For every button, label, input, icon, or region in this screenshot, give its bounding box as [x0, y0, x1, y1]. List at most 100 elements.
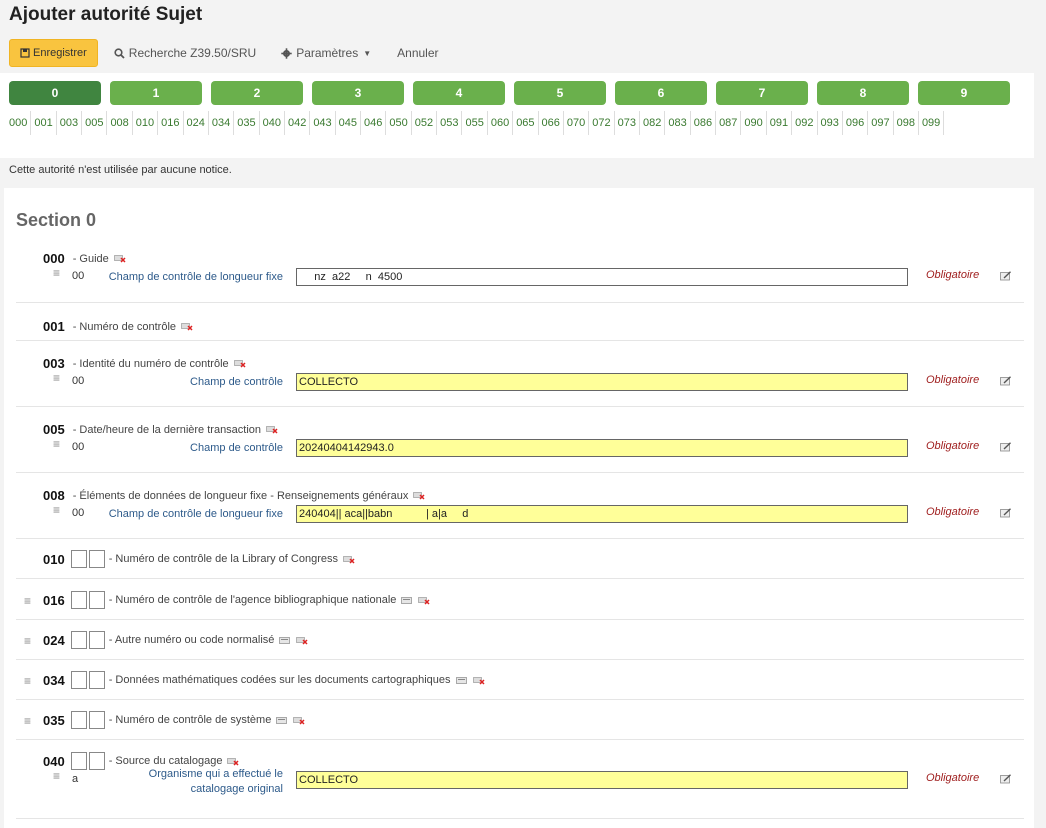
field-link-060[interactable]: 060 — [488, 111, 514, 135]
field-link-098[interactable]: 098 — [894, 111, 919, 135]
edit-subfield-icon[interactable] — [1000, 271, 1012, 284]
field-link-050[interactable]: 050 — [386, 111, 412, 135]
field-link-024[interactable]: 024 — [184, 111, 209, 135]
field-link-091[interactable]: 091 — [767, 111, 793, 135]
indicator-1-input[interactable] — [70, 671, 87, 689]
field-link-099[interactable]: 099 — [919, 111, 945, 135]
field-link-001[interactable]: 001 — [31, 111, 57, 135]
field-link-000[interactable]: 000 — [6, 111, 32, 135]
delete-tag-icon[interactable] — [181, 322, 193, 331]
delete-tag-icon[interactable] — [296, 636, 308, 645]
z3950-search-button[interactable]: Recherche Z39.50/SRU — [114, 46, 256, 60]
subfield-input[interactable]: nz a22 n 4500 — [296, 268, 908, 286]
indicator-2-input[interactable] — [88, 711, 105, 729]
indicator-2-input[interactable] — [88, 591, 105, 609]
field-link-016[interactable]: 016 — [158, 111, 184, 135]
subfield-drag-icon[interactable]: ≡ — [53, 266, 60, 280]
field-link-092[interactable]: 092 — [792, 111, 818, 135]
delete-tag-icon[interactable] — [293, 716, 305, 725]
tab-0[interactable]: 0 — [9, 81, 101, 105]
indicator-2-input[interactable] — [88, 631, 105, 649]
field-link-043[interactable]: 043 — [310, 111, 336, 135]
field-link-087[interactable]: 087 — [716, 111, 742, 135]
field-link-034[interactable]: 034 — [209, 111, 235, 135]
delete-tag-icon[interactable] — [413, 491, 425, 500]
delete-tag-icon[interactable] — [266, 425, 278, 434]
edit-subfield-icon[interactable] — [1000, 508, 1012, 521]
tab-6[interactable]: 6 — [615, 81, 707, 105]
repeat-tag-icon[interactable] — [276, 716, 288, 725]
indicator-1-input[interactable] — [70, 631, 87, 649]
field-link-005[interactable]: 005 — [82, 111, 108, 135]
tab-7[interactable]: 7 — [716, 81, 808, 105]
edit-subfield-icon[interactable] — [1000, 376, 1012, 389]
delete-tag-icon[interactable] — [343, 555, 355, 564]
indicator-1-input[interactable] — [70, 752, 87, 770]
field-link-082[interactable]: 082 — [640, 111, 666, 135]
field-link-040[interactable]: 040 — [260, 111, 285, 135]
field-link-093[interactable]: 093 — [818, 111, 843, 135]
subfield-drag-icon[interactable]: ≡ — [53, 503, 60, 517]
field-link-086[interactable]: 086 — [691, 111, 717, 135]
subfield-input[interactable]: COLLECTO — [296, 771, 908, 789]
save-button[interactable]: Enregistrer — [9, 39, 98, 67]
repeat-tag-icon[interactable] — [279, 636, 291, 645]
drag-handle-icon[interactable]: ≡ — [24, 714, 31, 728]
subfield-input[interactable]: 20240404142943.0 — [296, 439, 908, 457]
indicator-1-input[interactable] — [70, 591, 87, 609]
z3950-search-label: Recherche Z39.50/SRU — [128, 46, 257, 60]
settings-dropdown[interactable]: Paramètres ▼ — [281, 46, 371, 60]
field-link-003[interactable]: 003 — [57, 111, 83, 135]
subfield-drag-icon[interactable]: ≡ — [53, 769, 60, 783]
field-link-097[interactable]: 097 — [868, 111, 894, 135]
field-link-066[interactable]: 066 — [539, 111, 564, 135]
field-link-053[interactable]: 053 — [437, 111, 463, 135]
delete-tag-icon[interactable] — [113, 254, 126, 263]
indicator-2-input[interactable] — [88, 671, 105, 689]
field-link-073[interactable]: 073 — [615, 111, 640, 135]
field-link-065[interactable]: 065 — [513, 111, 539, 135]
field-link-046[interactable]: 046 — [361, 111, 387, 135]
indicator-1-input[interactable] — [70, 550, 87, 568]
field-link-010[interactable]: 010 — [133, 111, 159, 135]
tab-8[interactable]: 8 — [817, 81, 909, 105]
edit-subfield-icon[interactable] — [1000, 442, 1012, 455]
subfield-input[interactable]: COLLECTO — [296, 373, 908, 391]
cancel-button[interactable]: Annuler — [397, 46, 438, 60]
tab-1[interactable]: 1 — [110, 81, 202, 105]
field-link-090[interactable]: 090 — [741, 111, 767, 135]
indicator-2-input[interactable] — [88, 550, 105, 568]
edit-subfield-icon[interactable] — [1000, 774, 1012, 787]
delete-tag-icon[interactable] — [472, 676, 485, 685]
subfield-drag-icon[interactable]: ≡ — [53, 371, 60, 385]
field-link-096[interactable]: 096 — [843, 111, 869, 135]
field-link-045[interactable]: 045 — [336, 111, 362, 135]
drag-handle-icon[interactable]: ≡ — [24, 594, 31, 608]
indicator-2-input[interactable] — [88, 752, 105, 770]
tag-description: - Numéro de contrôle de la Library of Co… — [108, 553, 338, 565]
field-link-083[interactable]: 083 — [665, 111, 691, 135]
field-link-008[interactable]: 008 — [107, 111, 133, 135]
repeat-tag-icon[interactable] — [401, 596, 413, 605]
field-link-055[interactable]: 055 — [462, 111, 488, 135]
tab-4[interactable]: 4 — [413, 81, 505, 105]
indicator-1-input[interactable] — [70, 711, 87, 729]
field-link-070[interactable]: 070 — [564, 111, 590, 135]
tab-2[interactable]: 2 — [211, 81, 303, 105]
field-link-035[interactable]: 035 — [234, 111, 260, 135]
delete-tag-icon[interactable] — [233, 359, 246, 368]
drag-handle-icon[interactable]: ≡ — [24, 674, 31, 688]
delete-tag-icon[interactable] — [418, 596, 430, 605]
field-link-052[interactable]: 052 — [412, 111, 438, 135]
subfield-drag-icon[interactable]: ≡ — [53, 437, 60, 451]
tag-description: - Autre numéro ou code normalisé — [108, 634, 275, 646]
tab-9[interactable]: 9 — [918, 81, 1010, 105]
delete-tag-icon[interactable] — [227, 757, 239, 766]
field-link-042[interactable]: 042 — [285, 111, 311, 135]
subfield-input[interactable]: 240404|| aca||babn | a|a d — [296, 505, 908, 523]
drag-handle-icon[interactable]: ≡ — [24, 634, 31, 648]
tab-3[interactable]: 3 — [312, 81, 404, 105]
field-link-072[interactable]: 072 — [589, 111, 615, 135]
repeat-tag-icon[interactable] — [455, 676, 468, 685]
tab-5[interactable]: 5 — [514, 81, 606, 105]
